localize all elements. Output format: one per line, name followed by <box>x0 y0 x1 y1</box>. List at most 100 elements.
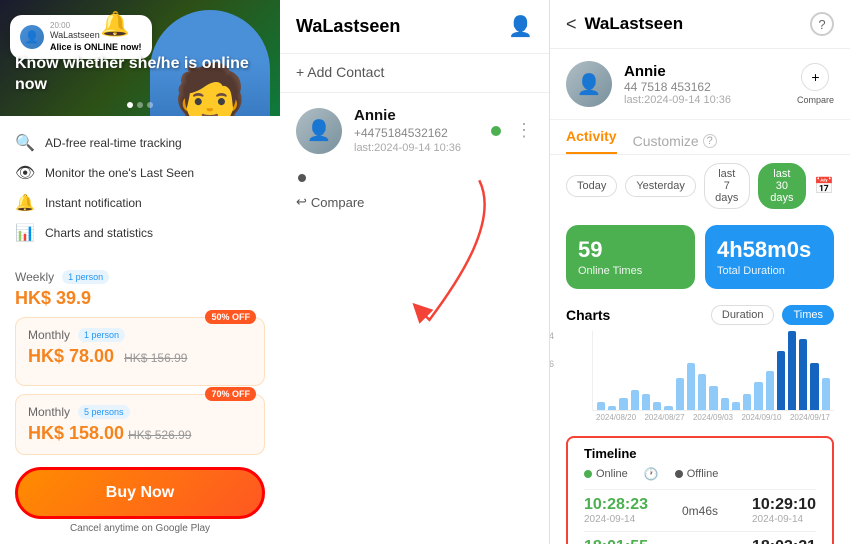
chart-bar-15 <box>766 371 774 411</box>
status-dot <box>298 174 306 182</box>
contact-lastseen: last:2024-09-14 10:36 <box>354 142 477 154</box>
feature-icon-3: 🔔 <box>15 193 35 213</box>
profile-name: Annie <box>624 63 785 80</box>
monthly-1-row: Monthly 1 person <box>28 328 252 342</box>
feature-4: 📊 Charts and statistics <box>15 218 265 248</box>
notif-message: Alice is ONLINE now! <box>50 42 142 52</box>
right-title: WaLastseen <box>585 14 802 34</box>
tab-activity[interactable]: Activity <box>566 128 617 154</box>
contact-avatar: 👤 <box>296 108 342 154</box>
chart-bar-17 <box>788 331 796 410</box>
customize-label[interactable]: Customize <box>633 133 699 149</box>
x-label-4: 2024/09/10 <box>741 413 781 422</box>
timeline-legend: Online 🕐 Offline <box>584 467 816 481</box>
profile-section: 👤 Annie 44 7518 453162 last:2024-09-14 1… <box>550 49 850 120</box>
toggle-times[interactable]: Times <box>782 305 834 325</box>
chart-bar-18 <box>799 339 807 410</box>
chart-bar-4 <box>642 394 650 410</box>
y-label-16: 16 <box>550 359 554 369</box>
weekly-badge: 1 person <box>62 270 109 284</box>
chart-container: 24 16 8 0 2024/08/20 2024/08/27 2024/09/… <box>566 331 834 424</box>
legend-online: Online <box>584 468 628 480</box>
cancel-text: Cancel anytime on Google Play <box>15 523 265 534</box>
weekly-row: Weekly 1 person <box>15 270 265 284</box>
compare-button[interactable]: + <box>801 63 829 91</box>
total-duration-label: Total Duration <box>717 265 822 277</box>
hero-section: 👤 20:00 WaLastseen Alice is ONLINE now! … <box>0 0 280 116</box>
toggle-duration[interactable]: Duration <box>711 305 775 325</box>
period-30days[interactable]: last 30 days <box>758 163 806 209</box>
start-date-1: 2024-09-14 <box>584 514 648 525</box>
notif-avatar: 👤 <box>20 25 44 49</box>
customize-help-icon: ? <box>703 134 717 148</box>
monthly-5-row: Monthly 5 persons <box>28 405 252 419</box>
compare-plus-icon: + <box>811 69 819 85</box>
compare-text[interactable]: Compare <box>311 195 364 210</box>
profile-avatar: 👤 <box>566 61 612 107</box>
x-label-1: 2024/08/20 <box>596 413 636 422</box>
feature-3: 🔔 Instant notification <box>15 188 265 218</box>
chart-bar-19 <box>810 363 818 410</box>
chart-bar-11 <box>721 398 729 410</box>
context-menu-icon[interactable]: ⋮ <box>515 120 533 141</box>
pricing-section: Weekly 1 person HK$ 39.9 50% OFF Monthly… <box>0 260 280 544</box>
chart-bar-12 <box>732 402 740 410</box>
monthly-1-price-row: HK$ 78.00 HK$ 156.99 <box>28 346 252 375</box>
x-label-3: 2024/09/03 <box>693 413 733 422</box>
right-panel: < WaLastseen ? 👤 Annie 44 7518 453162 la… <box>550 0 850 544</box>
monthly-1-discount: 50% OFF <box>205 310 256 324</box>
monthly-1-badge: 1 person <box>78 328 125 342</box>
monthly-1-label: Monthly <box>28 328 70 342</box>
chart-bars <box>593 331 834 410</box>
profile-number: 44 7518 453162 <box>624 80 785 94</box>
timeline-title: Timeline <box>584 446 816 461</box>
period-today[interactable]: Today <box>566 175 617 197</box>
charts-section: Charts Duration Times 24 16 8 0 2024/08/… <box>550 297 850 432</box>
add-contact-button[interactable]: + Add Contact <box>296 64 384 80</box>
feature-icon-4: 📊 <box>15 223 35 243</box>
compare-link[interactable]: ↩ Compare <box>280 186 549 218</box>
legend-offline-label: Offline <box>687 468 719 480</box>
online-dot-legend <box>584 470 592 478</box>
compare-icon: ↩ <box>296 194 307 210</box>
period-row: Today Yesterday last 7 days last 30 days… <box>550 155 850 217</box>
monthly-5-price-row: HK$ 158.00 HK$ 526.99 <box>28 423 252 444</box>
end-time-1: 10:29:10 <box>752 496 816 514</box>
feature-2: 👁 Monitor the one's Last Seen <box>15 158 265 188</box>
charts-toggle: Duration Times <box>711 305 834 325</box>
monthly-1-price: HK$ 78.00 <box>28 346 114 367</box>
chart-bar-8 <box>687 363 695 410</box>
middle-title: WaLastseen <box>296 16 400 37</box>
dot-row <box>280 168 549 186</box>
left-panel: 👤 20:00 WaLastseen Alice is ONLINE now! … <box>0 0 280 544</box>
start-time-1: 10:28:23 <box>584 496 648 514</box>
help-button[interactable]: ? <box>810 12 834 36</box>
total-duration-value: 4h58m0s <box>717 237 822 263</box>
chart-bar-7 <box>676 378 684 410</box>
chart-bar-16 <box>777 351 785 410</box>
weekly-price: HK$ 39.9 <box>15 288 265 309</box>
feature-icon-1: 🔍 <box>15 133 35 153</box>
period-7days[interactable]: last 7 days <box>704 163 750 209</box>
monthly-5-strike: HK$ 526.99 <box>128 428 191 442</box>
calendar-icon[interactable]: 📅 <box>814 176 834 196</box>
back-button[interactable]: < <box>566 14 577 35</box>
duration-1: 0m46s <box>682 504 718 518</box>
contact-item-annie[interactable]: 👤 Annie +4475184532162 last:2024-09-14 1… <box>280 93 549 168</box>
add-contact-row[interactable]: + Add Contact <box>280 54 549 93</box>
hero-headline: Know whether she/he is online now <box>15 54 280 96</box>
chart-bar-6 <box>664 406 672 410</box>
chart-bar-9 <box>698 374 706 410</box>
feature-icon-2: 👁 <box>15 163 35 183</box>
stat-online-times: 59 Online Times <box>566 225 695 289</box>
chart-x-labels: 2024/08/20 2024/08/27 2024/09/03 2024/09… <box>592 411 834 424</box>
feature-text-3: Instant notification <box>45 196 142 210</box>
compare-section[interactable]: + Compare <box>797 63 834 105</box>
buy-now-button[interactable]: Buy Now <box>15 467 265 519</box>
contact-phone: +4475184532162 <box>354 126 477 140</box>
chart-bar-1 <box>608 406 616 410</box>
timeline-row-1: 10:28:23 2024-09-14 0m46s 10:29:10 2024-… <box>584 489 816 531</box>
period-yesterday[interactable]: Yesterday <box>625 175 696 197</box>
middle-panel: WaLastseen 👤 + Add Contact 👤 Annie +4475… <box>280 0 550 544</box>
tab-customize[interactable]: Customize ? <box>633 133 717 149</box>
